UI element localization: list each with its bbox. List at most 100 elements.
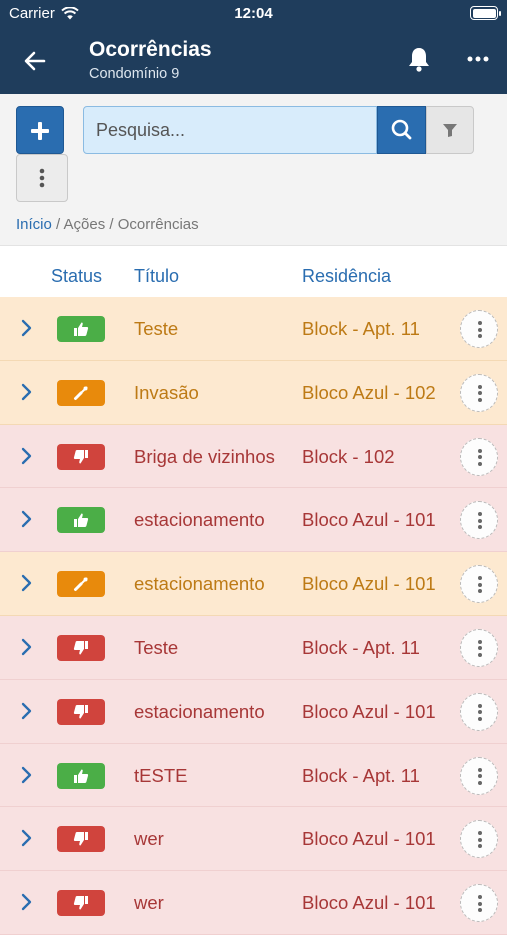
row-residence: Bloco Azul - 101 xyxy=(302,509,436,531)
row-menu-button[interactable] xyxy=(460,756,498,795)
row-title: Teste xyxy=(134,318,179,339)
row-title: estacionamento xyxy=(134,573,265,595)
chevron-right-icon xyxy=(21,511,32,528)
row-menu-button[interactable] xyxy=(460,628,498,667)
expand-row-button[interactable] xyxy=(18,446,34,466)
row-residence: Bloco Azul - 101 xyxy=(302,892,436,914)
chevron-right-icon xyxy=(21,894,32,911)
clock: 12:04 xyxy=(234,5,273,22)
table-row[interactable]: Teste Block - Apt. 11 xyxy=(0,297,507,361)
more-vertical-icon xyxy=(477,908,482,913)
more-vertical-icon xyxy=(477,837,482,842)
breadcrumb-home-link[interactable]: Início xyxy=(16,216,52,233)
status-badge xyxy=(57,379,105,406)
more-vertical-icon xyxy=(477,901,482,906)
row-menu-button[interactable] xyxy=(460,310,498,348)
filter-icon xyxy=(443,124,457,137)
row-title: wer xyxy=(134,828,164,850)
table-row[interactable]: estacionamento Bloco Azul - 101 xyxy=(0,679,507,744)
column-header-residence[interactable]: Residência xyxy=(302,266,391,287)
actions-menu-button[interactable] xyxy=(16,154,68,202)
table-header: Status Título Residência xyxy=(0,246,507,298)
expand-row-button[interactable] xyxy=(18,765,34,785)
breadcrumb: Início / Ações / Ocorrências xyxy=(16,216,199,233)
expand-row-button[interactable] xyxy=(18,892,34,912)
row-menu-button[interactable] xyxy=(460,820,498,859)
expand-row-button[interactable] xyxy=(18,509,34,529)
more-vertical-icon xyxy=(477,716,482,721)
expand-row-button[interactable] xyxy=(18,701,34,721)
chevron-right-icon xyxy=(21,702,32,719)
breadcrumb-actions-link[interactable]: Ações xyxy=(64,216,106,233)
expand-row-button[interactable] xyxy=(18,318,34,338)
table-row[interactable]: wer Bloco Azul - 101 xyxy=(0,871,507,935)
more-vertical-icon xyxy=(477,334,482,338)
row-title: Invasão xyxy=(134,381,199,403)
expand-row-button[interactable] xyxy=(18,382,34,402)
status-badge xyxy=(57,826,105,853)
more-vertical-icon xyxy=(477,397,482,402)
filter-button[interactable] xyxy=(426,106,474,154)
row-menu-button[interactable] xyxy=(460,373,498,412)
table-row[interactable]: estacionamento Bloco Azul - 101 xyxy=(0,488,507,553)
more-vertical-icon xyxy=(477,512,482,517)
more-vertical-icon xyxy=(477,646,482,651)
search-input[interactable] xyxy=(84,107,376,153)
table-row[interactable]: Briga de vizinhos Block - 102 xyxy=(0,424,507,489)
expand-row-button[interactable] xyxy=(18,637,34,657)
more-vertical-icon xyxy=(477,652,482,657)
row-residence: Bloco Azul - 102 xyxy=(302,381,436,403)
add-button[interactable] xyxy=(16,106,64,154)
column-header-status[interactable]: Status xyxy=(51,266,102,287)
more-vertical-icon xyxy=(477,525,482,530)
page-subtitle: Condomínio 9 xyxy=(89,66,180,82)
notifications-button[interactable] xyxy=(404,44,434,74)
row-residence: Block - Apt. 11 xyxy=(302,764,420,786)
row-menu-button[interactable] xyxy=(460,437,498,476)
arrow-left-icon xyxy=(24,51,46,71)
row-menu-button[interactable] xyxy=(460,501,498,540)
row-title: wer xyxy=(134,892,164,914)
more-options-button[interactable] xyxy=(462,46,496,72)
search-box xyxy=(83,106,377,154)
search-button[interactable] xyxy=(377,106,426,154)
more-vertical-icon xyxy=(477,321,482,325)
row-menu-button[interactable] xyxy=(460,565,498,604)
expand-row-button[interactable] xyxy=(18,573,34,593)
table-row[interactable]: wer Bloco Azul - 101 xyxy=(0,807,507,872)
column-header-title[interactable]: Título xyxy=(134,266,179,287)
table-row[interactable]: Invasão Bloco Azul - 102 xyxy=(0,360,507,425)
status-badge xyxy=(57,571,105,598)
more-vertical-icon xyxy=(39,168,45,188)
chevron-right-icon xyxy=(21,830,32,847)
page-title: Ocorrências xyxy=(89,38,212,61)
more-vertical-icon xyxy=(477,384,482,389)
row-menu-button[interactable] xyxy=(460,884,498,923)
more-vertical-icon xyxy=(477,391,482,396)
row-residence: Bloco Azul - 101 xyxy=(302,828,436,850)
row-menu-button[interactable] xyxy=(460,692,498,731)
more-vertical-icon xyxy=(477,831,482,836)
more-vertical-icon xyxy=(477,518,482,523)
more-vertical-icon xyxy=(477,780,482,785)
chevron-right-icon xyxy=(21,319,32,337)
row-residence: Block - 102 xyxy=(302,445,395,467)
row-title: Briga de vizinhos xyxy=(134,445,275,467)
table-row[interactable]: Teste Block - Apt. 11 xyxy=(0,615,507,680)
expand-row-button[interactable] xyxy=(18,828,34,848)
status-bar: Carrier 12:04 xyxy=(0,0,507,28)
more-vertical-icon xyxy=(477,639,482,644)
navigation-bar: Ocorrências Condomínio 9 xyxy=(0,28,507,94)
more-vertical-icon xyxy=(477,895,482,900)
status-badge xyxy=(57,316,105,342)
status-badge xyxy=(57,762,105,789)
table-row[interactable]: estacionamento Bloco Azul - 101 xyxy=(0,552,507,616)
row-title: estacionamento xyxy=(134,509,265,531)
status-badge xyxy=(57,507,105,534)
bell-icon xyxy=(409,48,429,72)
table-row[interactable]: tESTE Block - Apt. 11 xyxy=(0,743,507,808)
more-vertical-icon xyxy=(477,703,482,708)
more-vertical-icon xyxy=(477,461,482,466)
status-badge xyxy=(57,698,105,725)
back-button[interactable] xyxy=(20,46,52,76)
